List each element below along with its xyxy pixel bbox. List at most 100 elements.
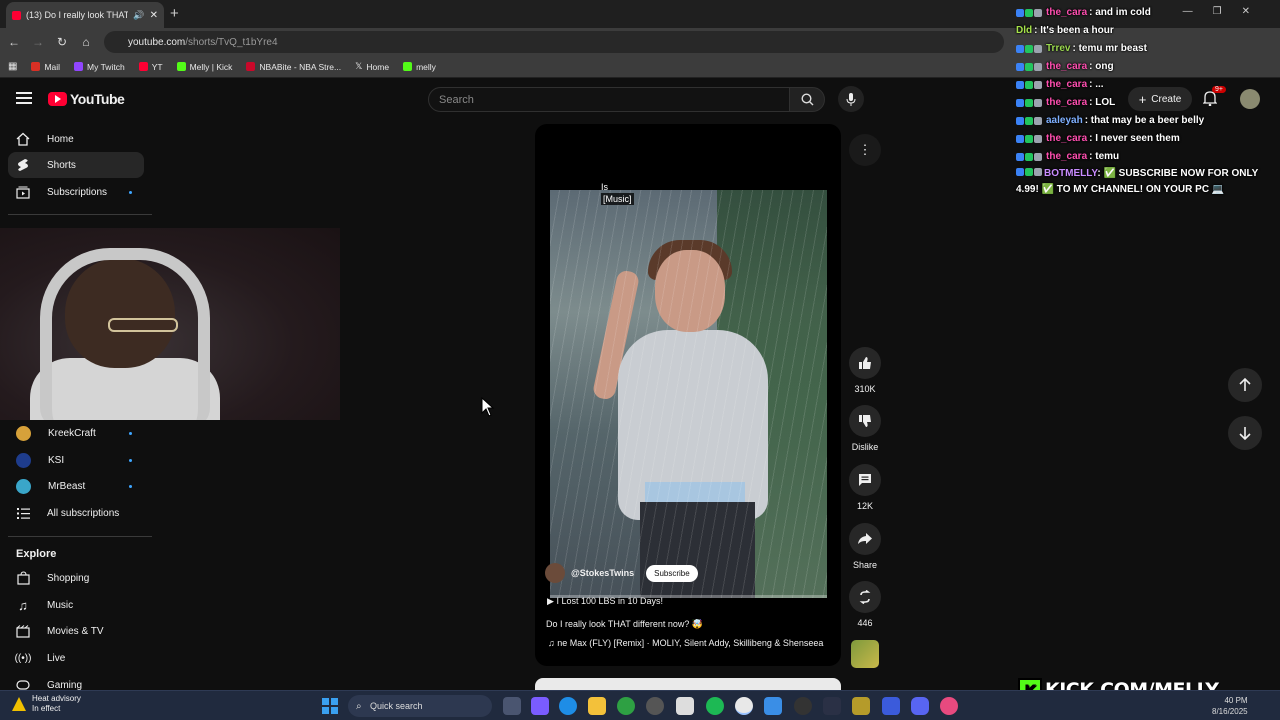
chat-username[interactable]: the_cara (1046, 76, 1087, 94)
app-icon[interactable] (882, 697, 900, 715)
sidebar-item-ksi[interactable]: KSI (8, 447, 144, 473)
apps-grid-icon[interactable]: ▦ (8, 61, 17, 72)
sidebar-item-home[interactable]: Home (8, 126, 144, 152)
chat-username[interactable]: aaleyah (1046, 112, 1083, 130)
chat-badge-icon (1025, 9, 1033, 17)
search-button[interactable] (789, 87, 825, 112)
sidebar-item-kreekcraft[interactable]: KreekCraft (8, 420, 144, 446)
like-count: 310K (854, 384, 876, 394)
kick-icon (403, 62, 413, 71)
chat-text: : I never seen them (1089, 133, 1180, 144)
bookmark-yt[interactable]: YT (138, 62, 163, 72)
previous-short-button[interactable] (1228, 368, 1262, 402)
photos-icon[interactable] (764, 697, 782, 715)
chat-badge-icon (1025, 153, 1033, 161)
chat-username[interactable]: BOTMELLY (1044, 168, 1097, 179)
discord-icon[interactable] (911, 697, 929, 715)
chat-username[interactable]: the_cara (1046, 130, 1087, 148)
sidebar-item-shorts[interactable]: Shorts (8, 152, 144, 178)
menu-icon[interactable] (16, 92, 32, 104)
chrome-icon[interactable] (735, 697, 753, 715)
bookmark-home[interactable]: 𝕏 Home (355, 61, 389, 72)
youtube-play-icon (48, 92, 67, 106)
share-label: Share (852, 560, 878, 570)
task-view-icon[interactable] (503, 697, 521, 715)
url-host: youtube.com (128, 36, 186, 48)
chat-text: : ... (1089, 79, 1104, 90)
youtube-favicon-icon (12, 10, 21, 20)
video-rain (550, 190, 827, 598)
bookmark-mail[interactable]: Mail (31, 62, 60, 72)
taskbar-search[interactable]: ⌕ Quick search (348, 695, 492, 717)
short-music[interactable]: ♫ ne Max (FLY) [Remix] · MOLIY, Silent A… (548, 638, 823, 648)
app-icon[interactable] (940, 697, 958, 715)
url-bar[interactable]: youtube.com/shorts/TvQ_t1bYre4 (104, 31, 1004, 53)
reload-icon[interactable]: ↻ (50, 35, 74, 49)
dislike-button[interactable]: Dislike (849, 405, 881, 452)
obs-icon[interactable] (823, 697, 841, 715)
short-title: Do I really look THAT different now? 🤯 (546, 619, 704, 629)
media-player-icon[interactable] (794, 697, 812, 715)
store-icon[interactable] (676, 697, 694, 715)
like-button[interactable]: 310K (849, 347, 881, 394)
sidebar-item-music[interactable]: ♫ Music (8, 592, 144, 618)
youtube-logo[interactable]: YouTube (48, 91, 125, 107)
chat-username[interactable]: the_cara (1046, 148, 1087, 166)
chat-badge-icon (1025, 81, 1033, 89)
weather-widget[interactable]: Heat advisory In effect (12, 694, 81, 714)
system-clock[interactable]: 40 PM 8/16/2025 (1212, 695, 1248, 717)
voice-search-button[interactable] (838, 86, 864, 112)
steam-icon[interactable] (646, 697, 664, 715)
back-icon[interactable]: ← (2, 35, 26, 49)
remix-button[interactable]: 446 (849, 581, 881, 628)
bookmark-melly-kick[interactable]: Melly | Kick (176, 62, 232, 72)
linked-video[interactable]: ▶ I Lost 100 LBS in 10 Days! (547, 596, 663, 607)
bookmark-my-twitch[interactable]: My Twitch (74, 62, 125, 72)
chat-badge-icon (1016, 81, 1024, 89)
sidebar-item-subscriptions[interactable]: Subscriptions (8, 179, 144, 205)
chat-badges (1016, 9, 1042, 17)
bookmark-melly[interactable]: melly (403, 62, 436, 72)
forward-icon[interactable]: → (26, 35, 50, 49)
shorts-video[interactable] (550, 190, 827, 598)
spotify-icon[interactable] (706, 697, 724, 715)
sidebar-item-all-subscriptions[interactable]: All subscriptions (8, 500, 144, 526)
new-tab-icon[interactable]: + (170, 5, 179, 22)
chat-badges (1016, 153, 1042, 161)
chat-username[interactable]: the_cara (1046, 58, 1087, 76)
chat-username[interactable]: Dld (1016, 22, 1032, 40)
copilot-icon[interactable] (531, 697, 549, 715)
next-short-button[interactable] (1228, 416, 1262, 450)
close-tab-icon[interactable]: ✕ (150, 10, 158, 21)
shorts-icon (16, 158, 30, 172)
xbox-icon[interactable] (617, 697, 635, 715)
edge-icon[interactable] (559, 697, 577, 715)
windows-start-icon[interactable] (322, 698, 338, 714)
share-button[interactable]: Share (849, 523, 881, 570)
sidebar-item-shopping[interactable]: Shopping (8, 565, 144, 591)
search-input[interactable]: Search (428, 87, 790, 112)
sidebar-item-live[interactable]: ((•)) Live (8, 645, 144, 671)
channel-avatar[interactable] (545, 563, 565, 583)
chat-username[interactable]: Trrev (1046, 40, 1070, 58)
chat-badge-icon (1034, 168, 1042, 176)
subscribe-button[interactable]: Subscribe (646, 564, 698, 582)
home-button-icon[interactable]: ⌂ (74, 35, 98, 49)
speaker-icon[interactable]: 🔊 (133, 10, 144, 21)
file-explorer-icon[interactable] (588, 697, 606, 715)
more-options-button[interactable]: ⋮ (849, 134, 881, 166)
browser-tab[interactable]: (13) Do I really look THAT d 🔊 ✕ (6, 2, 164, 28)
channel-name[interactable]: @StokesTwins (571, 568, 634, 578)
bookmark-nbabite[interactable]: NBABite - NBA Stre... (246, 62, 341, 72)
sidebar-item-mrbeast[interactable]: MrBeast (8, 473, 144, 499)
comments-button[interactable]: 12K (849, 464, 881, 511)
audio-track-thumbnail[interactable] (851, 640, 879, 668)
chat-text: : LOL (1089, 97, 1116, 108)
app-icon[interactable] (852, 697, 870, 715)
stream-chat-overlay: the_cara: and im cold Dld: It's been a ho… (1016, 4, 1280, 198)
sidebar-item-movies-tv[interactable]: Movies & TV (8, 618, 144, 644)
play-icon: ▶ (547, 596, 554, 606)
chat-username[interactable]: the_cara (1046, 94, 1087, 112)
twitch-icon (74, 62, 84, 71)
chat-username[interactable]: the_cara (1046, 4, 1087, 22)
